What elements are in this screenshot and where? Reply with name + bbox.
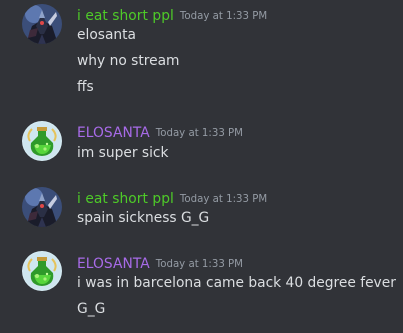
timestamp[interactable]: Today at 1:33 PM [180, 11, 267, 22]
username[interactable]: ELOSANTA [77, 256, 150, 272]
username[interactable]: ELOSANTA [77, 125, 150, 141]
timestamp[interactable]: Today at 1:33 PM [180, 194, 267, 205]
dark-armored-character-avatar[interactable] [22, 187, 62, 227]
message-header: ELOSANTA Today at 1:33 PM [77, 253, 243, 272]
message-text: i was in barcelona came back 40 degree f… [77, 275, 396, 291]
dark-armored-character-icon [22, 187, 62, 227]
green-potion-avatar[interactable] [22, 251, 62, 291]
green-potion-icon [22, 121, 62, 161]
message-text: im super sick [77, 145, 169, 161]
username[interactable]: i eat short ppl [77, 8, 174, 24]
timestamp[interactable]: Today at 1:33 PM [156, 259, 243, 270]
green-potion-avatar[interactable] [22, 121, 62, 161]
message-text: G_G [77, 301, 106, 317]
username[interactable]: i eat short ppl [77, 191, 174, 207]
message-text: ffs [77, 79, 94, 95]
timestamp[interactable]: Today at 1:33 PM [156, 128, 243, 139]
message-text: why no stream [77, 53, 180, 69]
message-header: ELOSANTA Today at 1:33 PM [77, 122, 243, 141]
message-text: elosanta [77, 27, 137, 43]
dark-armored-character-avatar[interactable] [22, 4, 62, 44]
dark-armored-character-icon [22, 4, 62, 44]
message-text: spain sickness G_G [77, 210, 210, 226]
green-potion-icon [22, 251, 62, 291]
message-header: i eat short ppl Today at 1:33 PM [77, 188, 267, 207]
message-header: i eat short ppl Today at 1:33 PM [77, 5, 267, 24]
